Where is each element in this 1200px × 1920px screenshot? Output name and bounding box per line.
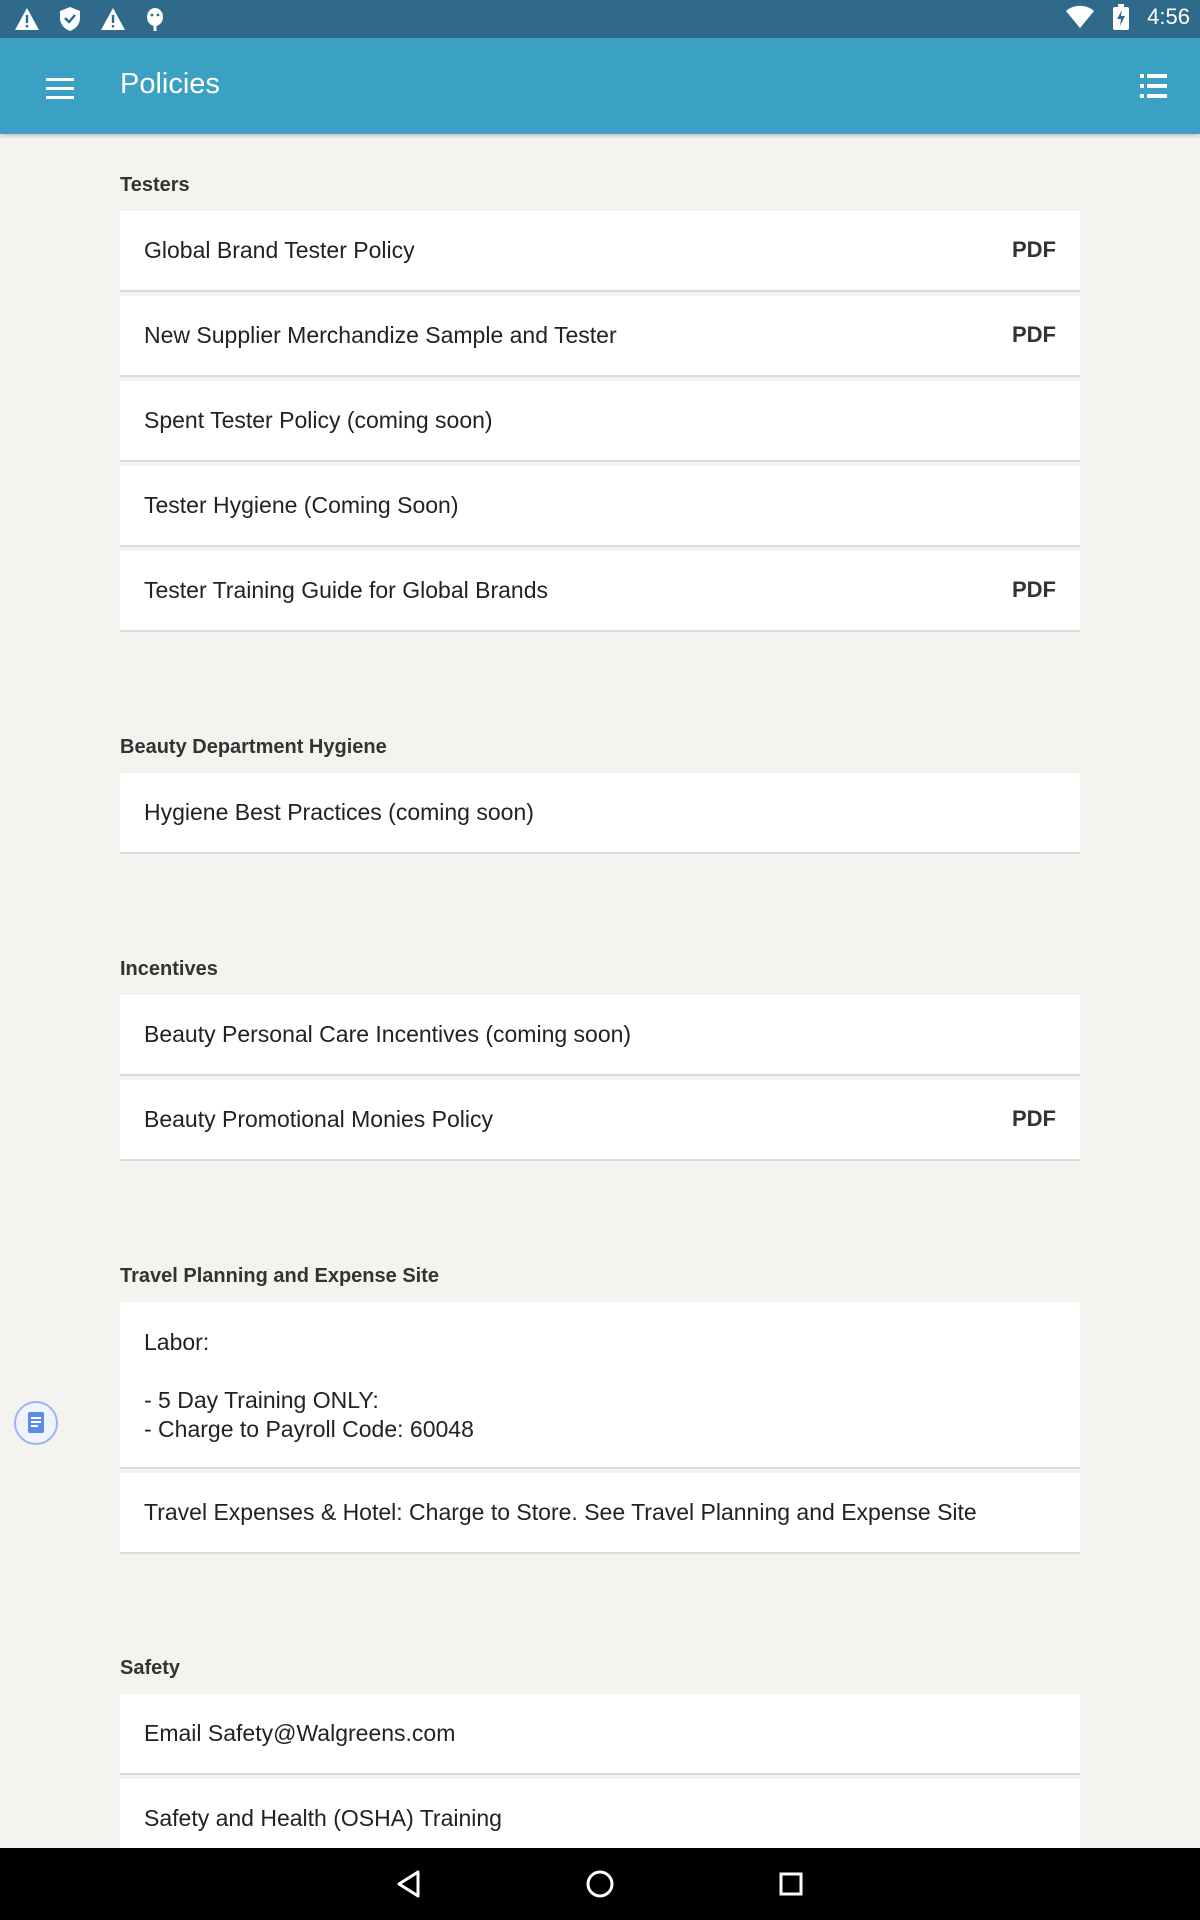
status-bar: 4:56 [0, 0, 1200, 38]
pdf-badge: PDF [1012, 237, 1056, 262]
policy-item[interactable]: New Supplier Merchandize Sample and Test… [120, 296, 1080, 377]
navigation-bar [0, 1848, 1200, 1920]
section-title-travel: Travel Planning and Expense Site [120, 1265, 439, 1287]
policy-label: Global Brand Tester Policy [144, 237, 415, 263]
policy-item[interactable]: Labor: - 5 Day Training ONLY: - Charge t… [120, 1302, 1080, 1469]
page-title: Policies [120, 68, 220, 100]
policy-label: Hygiene Best Practices (coming soon) [144, 799, 534, 825]
status-time: 4:56 [1147, 4, 1190, 29]
policy-label: Beauty Personal Care Incentives (coming … [144, 1021, 632, 1047]
section-title-safety: Safety [120, 1657, 181, 1679]
policy-item[interactable]: Travel Expenses & Hotel: Charge to Store… [120, 1473, 1080, 1554]
section-title-incentives: Incentives [120, 958, 218, 980]
policy-label: New Supplier Merchandize Sample and Test… [144, 322, 617, 348]
policy-item[interactable]: Global Brand Tester Policy PDF [120, 211, 1080, 292]
policy-label: Labor: - 5 Day Training ONLY: - Charge t… [144, 1329, 474, 1442]
recents-icon[interactable] [773, 1866, 809, 1902]
policy-label: Beauty Promotional Monies Policy [144, 1106, 493, 1132]
policy-item[interactable]: Hygiene Best Practices (coming soon) [120, 773, 1080, 854]
home-icon[interactable] [582, 1866, 618, 1902]
document-icon[interactable] [14, 1401, 58, 1445]
pdf-badge: PDF [1012, 322, 1056, 347]
battery-charging-icon [1113, 4, 1130, 30]
policy-item[interactable]: Safety and Health (OSHA) Training [120, 1779, 1080, 1848]
warning-icon [15, 8, 39, 30]
section-title-hygiene: Beauty Department Hygiene [120, 736, 387, 758]
policy-label: Spent Tester Policy (coming soon) [144, 407, 493, 433]
policy-label: Safety and Health (OSHA) Training [144, 1805, 502, 1831]
list-view-icon[interactable] [1128, 66, 1176, 106]
policy-item[interactable]: Beauty Promotional Monies Policy PDF [120, 1080, 1080, 1161]
policy-item[interactable]: Tester Training Guide for Global Brands … [120, 551, 1080, 632]
policies-list[interactable]: Testers Global Brand Tester Policy PDF N… [0, 134, 1200, 1848]
pdf-badge: PDF [1012, 577, 1056, 602]
policy-item[interactable]: Tester Hygiene (Coming Soon) [120, 466, 1080, 547]
policy-label: Tester Hygiene (Coming Soon) [144, 492, 459, 518]
hamburger-menu-icon[interactable] [36, 68, 84, 108]
wifi-icon [1066, 5, 1095, 28]
app-bar: Policies [0, 38, 1200, 134]
warning-icon [101, 8, 125, 30]
policy-label: Travel Expenses & Hotel: Charge to Store… [144, 1499, 977, 1525]
section-title-testers: Testers [120, 174, 190, 196]
android-debug-icon [147, 8, 163, 31]
policy-item[interactable]: Beauty Personal Care Incentives (coming … [120, 995, 1080, 1076]
shield-icon [60, 7, 80, 31]
policy-label: Tester Training Guide for Global Brands [144, 577, 548, 603]
back-icon[interactable] [392, 1866, 428, 1902]
policy-item[interactable]: Spent Tester Policy (coming soon) [120, 381, 1080, 462]
policy-label: Email Safety@Walgreens.com [144, 1720, 456, 1746]
policy-item[interactable]: Email Safety@Walgreens.com [120, 1694, 1080, 1775]
pdf-badge: PDF [1012, 1106, 1056, 1131]
